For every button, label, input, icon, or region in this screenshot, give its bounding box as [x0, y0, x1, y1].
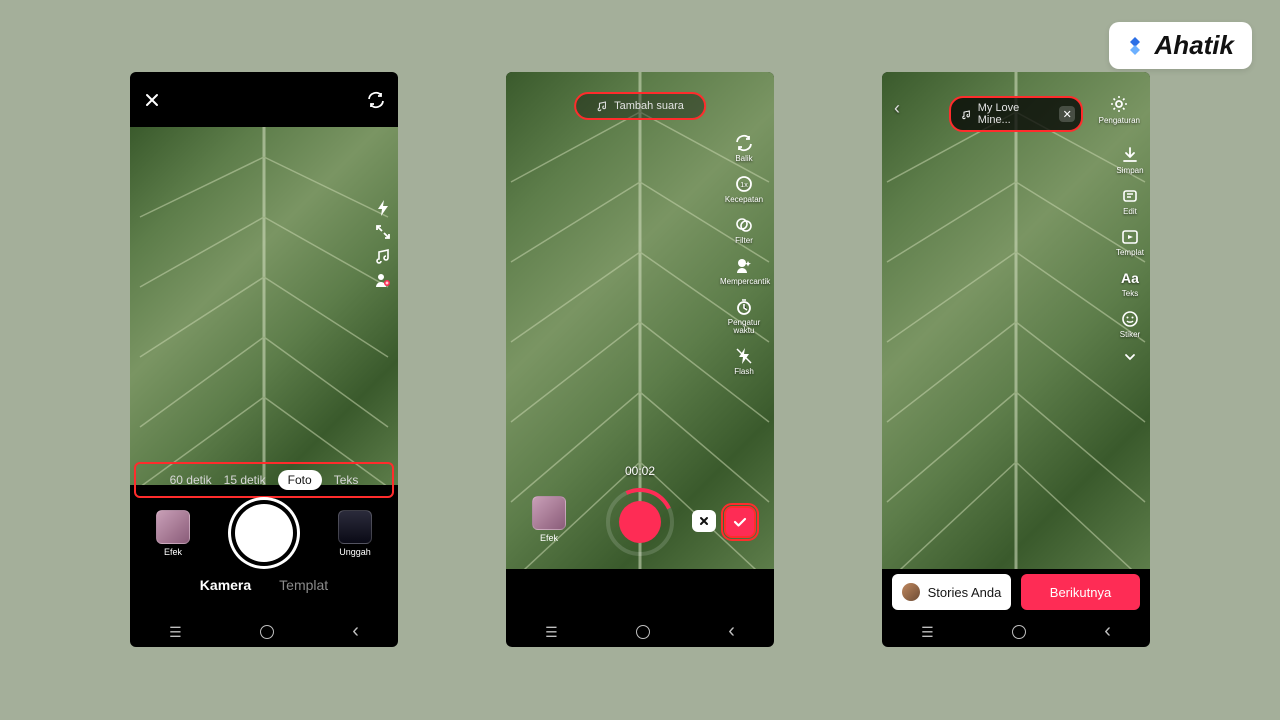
check-icon: [732, 514, 748, 530]
chevron-down-icon[interactable]: [1122, 349, 1138, 365]
mode-15s[interactable]: 15 detik: [224, 473, 266, 487]
nav-recent-icon[interactable]: [921, 624, 934, 641]
tool-beauty[interactable]: Mempercantik: [720, 255, 768, 286]
tool-timer[interactable]: Pengatur waktu: [720, 296, 768, 335]
next-button[interactable]: Berikutnya: [1021, 574, 1140, 610]
sticker-icon: [1119, 308, 1141, 330]
tool-filter[interactable]: Filter: [733, 214, 755, 245]
tool-flash[interactable]: Flash: [733, 345, 755, 376]
editor-viewport: ‹ My Love Mine... ✕ Pengaturan Simpan Ed…: [882, 72, 1150, 569]
tool-edit[interactable]: Edit: [1119, 185, 1141, 216]
timer-icon: [733, 296, 755, 318]
flip-camera-icon[interactable]: [366, 90, 386, 110]
phone-screen-3: ‹ My Love Mine... ✕ Pengaturan Simpan Ed…: [882, 72, 1150, 647]
tool-save[interactable]: Simpan: [1116, 144, 1143, 175]
effects-button[interactable]: Efek: [156, 510, 190, 557]
nav-back-icon[interactable]: [728, 624, 735, 640]
beauty-icon: [733, 255, 755, 277]
next-label: Berikutnya: [1050, 585, 1111, 600]
upload-thumbnail-icon: [338, 510, 372, 544]
brand-badge: Ahatik: [1109, 22, 1252, 69]
mode-60s[interactable]: 60 detik: [170, 473, 212, 487]
settings-button[interactable]: Pengaturan: [1099, 94, 1140, 125]
edit-icon: [1119, 185, 1141, 207]
nav-recent-icon[interactable]: [169, 624, 182, 641]
tool-sticker[interactable]: Stiker: [1119, 308, 1141, 339]
phone-screen-1: 60 detik 15 detik Foto Teks Efek Unggah …: [130, 72, 398, 647]
music-note-icon: [961, 109, 972, 120]
music-icon[interactable]: [374, 247, 392, 265]
mode-row: 60 detik 15 detik Foto Teks: [134, 462, 394, 498]
camera-viewport: [130, 127, 398, 485]
filter-icon: [733, 214, 755, 236]
add-sound-pill[interactable]: Tambah suara: [574, 92, 706, 120]
stories-label: Stories Anda: [928, 585, 1002, 600]
back-arrow-icon[interactable]: ‹: [894, 98, 900, 119]
tool-template[interactable]: Templat: [1116, 226, 1144, 257]
template-icon: [1119, 226, 1141, 248]
upload-button[interactable]: Unggah: [338, 510, 372, 557]
android-navbar: [130, 617, 398, 647]
editor-tools: Simpan Edit Templat Aa Teks Stiker: [1116, 144, 1144, 365]
android-navbar: [882, 617, 1150, 647]
tool-text[interactable]: Aa Teks: [1119, 267, 1141, 298]
control-row: Efek Unggah: [130, 498, 398, 568]
selected-sound-label: My Love Mine...: [978, 102, 1054, 126]
brand-name: Ahatik: [1155, 30, 1234, 61]
speed-icon: 1x: [733, 173, 755, 195]
selected-sound-pill[interactable]: My Love Mine... ✕: [949, 96, 1083, 132]
upload-label: Unggah: [339, 547, 371, 557]
tool-speed[interactable]: 1x Kecepatan: [725, 173, 763, 204]
text-icon: Aa: [1119, 267, 1141, 289]
shutter-button[interactable]: [235, 504, 293, 562]
record-timecode: 00:02: [625, 464, 655, 478]
add-friend-icon[interactable]: [374, 271, 392, 289]
android-navbar: [506, 617, 774, 647]
flash-icon[interactable]: [374, 199, 392, 217]
mode-teks[interactable]: Teks: [334, 473, 359, 487]
nav-home-icon[interactable]: [260, 625, 274, 639]
camera-viewport: Tambah suara Balik 1x Kecepatan Filter M…: [506, 72, 774, 569]
tool-flip[interactable]: Balik: [733, 132, 755, 163]
add-sound-label: Tambah suara: [614, 100, 684, 112]
effects-label: Efek: [164, 547, 182, 557]
svg-text:1x: 1x: [740, 182, 748, 189]
bottom-actions: Stories Anda Berikutnya: [882, 574, 1150, 610]
nav-recent-icon[interactable]: [545, 624, 558, 641]
mode-foto[interactable]: Foto: [278, 470, 322, 490]
flash-off-icon: [733, 345, 755, 367]
nav-home-icon[interactable]: [1012, 625, 1026, 639]
brand-logo-icon: [1123, 34, 1147, 58]
bottom-tabs: Kamera Templat: [130, 577, 398, 593]
side-tools: Balik 1x Kecepatan Filter Mempercantik P…: [720, 132, 768, 376]
delete-clip-button[interactable]: [692, 510, 716, 532]
music-note-icon: [596, 100, 608, 112]
phone-screen-2: Tambah suara Balik 1x Kecepatan Filter M…: [506, 72, 774, 647]
flip-icon: [733, 132, 755, 154]
nav-back-icon[interactable]: [1104, 624, 1111, 640]
record-button[interactable]: [611, 493, 669, 551]
nav-back-icon[interactable]: [352, 624, 359, 640]
download-icon: [1119, 144, 1141, 166]
side-tools: [374, 199, 392, 289]
topbar: [130, 72, 398, 127]
confirm-button[interactable]: [724, 506, 756, 538]
gear-icon: [1109, 94, 1129, 114]
close-icon[interactable]: [142, 90, 162, 110]
tab-kamera[interactable]: Kamera: [200, 577, 251, 593]
effects-thumbnail-icon: [156, 510, 190, 544]
remove-sound-icon[interactable]: ✕: [1059, 106, 1075, 122]
tab-templat[interactable]: Templat: [279, 577, 328, 593]
nav-home-icon[interactable]: [636, 625, 650, 639]
avatar-icon: [902, 583, 920, 601]
stories-button[interactable]: Stories Anda: [892, 574, 1011, 610]
expand-icon[interactable]: [374, 223, 392, 241]
